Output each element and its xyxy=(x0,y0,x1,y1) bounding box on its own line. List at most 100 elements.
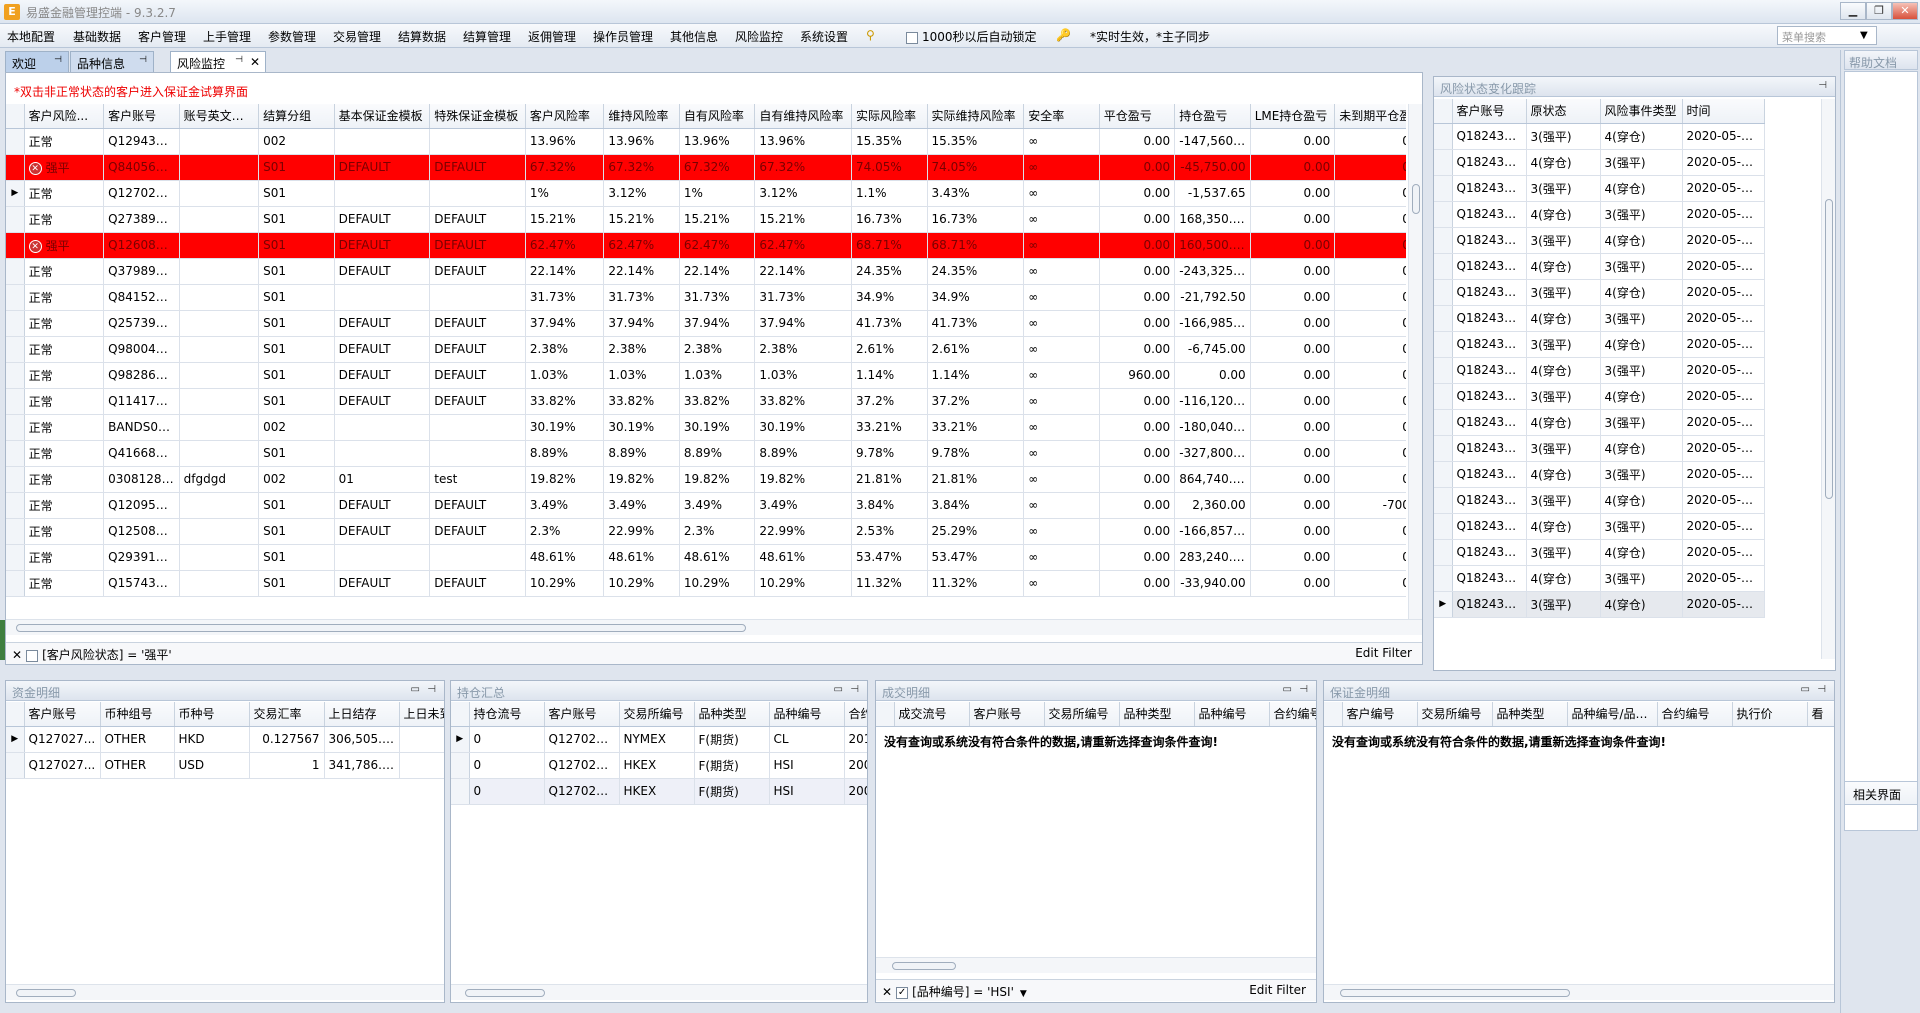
risk-col-header[interactable]: 维持风险率 xyxy=(603,104,680,129)
clear-filter-icon[interactable]: ✕ xyxy=(12,648,22,662)
table-cell[interactable]: S01 xyxy=(258,336,335,363)
table-cell[interactable]: 0.00 xyxy=(1099,258,1176,285)
table-cell[interactable] xyxy=(179,232,260,259)
table-cell[interactable]: 0.00 xyxy=(1099,466,1176,493)
table-cell[interactable] xyxy=(179,440,260,467)
positions-col-header[interactable]: 合约 xyxy=(844,702,867,727)
margin-col-header[interactable]: 合约编号 xyxy=(1657,702,1733,727)
table-row[interactable]: 正常 Q379895... S01 DEFAULT DEFAULT 22.14% 22.14… xyxy=(6,258,1406,285)
table-cell[interactable]: 4(穿仓) xyxy=(1600,591,1683,618)
table-cell[interactable]: S01 xyxy=(258,258,335,285)
table-row[interactable]: ✕ 强平 Q840562... S01 DEFAULT DEFAULT 67.32% 67.3… xyxy=(6,154,1406,181)
edit-filter-button[interactable]: Edit Filter xyxy=(1249,983,1306,997)
table-row[interactable]: 正常 Q273896... S01 DEFAULT DEFAULT 15.21% 15.21… xyxy=(6,206,1406,233)
pin-icon[interactable]: ⊣ xyxy=(1818,80,1827,91)
table-cell[interactable]: Q293917... xyxy=(103,544,180,571)
related-view-button[interactable]: 相关界面 xyxy=(1844,781,1918,805)
risk-col-header[interactable]: 特殊保证金模板 xyxy=(429,104,526,129)
table-row[interactable]: ▶ Q182430... 3(强平) 4(穿仓) 2020-05-0... xyxy=(1434,591,1765,618)
table-cell[interactable]: 67.32% xyxy=(679,154,756,181)
table-cell[interactable]: 4(穿仓) xyxy=(1600,227,1683,254)
table-row[interactable]: Q182430... 3(强平) 4(穿仓) 2020-05-0... xyxy=(1434,539,1765,566)
table-cell[interactable]: 4(穿仓) xyxy=(1526,201,1601,228)
tab-welcome[interactable]: 欢迎 ⊣ xyxy=(5,51,69,72)
table-cell[interactable]: -33,940.00 xyxy=(1174,570,1251,597)
table-cell[interactable]: 2020-05-0... xyxy=(1682,383,1765,410)
table-cell[interactable]: 正常 xyxy=(24,258,105,285)
table-row[interactable]: 正常 Q125089... S01 DEFAULT DEFAULT 2.3% 22.99% 2… xyxy=(6,518,1406,545)
table-cell[interactable]: 0.00 xyxy=(1334,310,1406,337)
positions-col-header[interactable]: 交易所编号 xyxy=(619,702,695,727)
table-cell[interactable]: -700.00 xyxy=(1334,492,1406,519)
table-cell[interactable]: Q182430... xyxy=(1452,461,1527,488)
table-cell[interactable]: 62.47% xyxy=(525,232,605,259)
table-cell[interactable] xyxy=(179,518,260,545)
table-cell[interactable]: Q114170... xyxy=(103,388,180,415)
table-cell[interactable]: Q125089... xyxy=(103,518,180,545)
table-cell[interactable]: Q980042... xyxy=(103,336,180,363)
table-cell[interactable]: 30.19% xyxy=(679,414,756,441)
table-cell[interactable]: Q182430... xyxy=(1452,253,1527,280)
menu-basic-data[interactable]: 基础数据 xyxy=(73,28,121,45)
table-cell[interactable]: 67.32% xyxy=(603,154,680,181)
table-cell[interactable]: 4(穿仓) xyxy=(1600,175,1683,202)
table-cell[interactable] xyxy=(334,544,431,571)
table-cell[interactable]: 48.61% xyxy=(603,544,680,571)
table-cell[interactable]: 1.14% xyxy=(851,362,928,389)
table-cell[interactable]: 2.61% xyxy=(851,336,928,363)
table-cell[interactable]: -6,745.00 xyxy=(1174,336,1251,363)
pin-icon[interactable]: ⊣ xyxy=(1817,684,1826,695)
clear-filter-icon[interactable]: ✕ xyxy=(882,985,892,999)
table-cell[interactable]: 283,240.00 xyxy=(1174,544,1251,571)
table-cell[interactable]: test xyxy=(429,466,526,493)
table-cell[interactable]: DEFAULT xyxy=(429,232,526,259)
table-cell[interactable] xyxy=(179,362,260,389)
table-cell[interactable]: 0.00 xyxy=(1099,544,1176,571)
pin-icon[interactable]: ⊣ xyxy=(235,55,243,65)
table-cell[interactable]: S01 xyxy=(258,518,335,545)
table-cell[interactable]: 21.81% xyxy=(927,466,1025,493)
table-cell[interactable]: 160,500.00 xyxy=(1174,232,1251,259)
table-cell[interactable]: 1 xyxy=(249,752,325,779)
table-cell[interactable]: 0.00 xyxy=(1250,544,1336,571)
table-cell[interactable]: 0.00 xyxy=(1334,414,1406,441)
table-cell[interactable]: 74.05% xyxy=(927,154,1025,181)
table-cell[interactable]: 2020-05-0... xyxy=(1682,539,1765,566)
table-cell[interactable]: 正常 xyxy=(24,362,105,389)
table-cell[interactable]: 0.00 xyxy=(1334,154,1406,181)
table-cell[interactable]: -327,800.00 xyxy=(1174,440,1251,467)
table-cell[interactable]: 正常 xyxy=(24,284,105,311)
table-cell[interactable]: 0.00 xyxy=(1250,154,1336,181)
table-cell[interactable]: DEFAULT xyxy=(334,154,431,181)
table-row[interactable]: Q182430... 3(强平) 4(穿仓) 2020-05-0... xyxy=(1434,123,1765,150)
table-cell[interactable]: USD xyxy=(174,752,250,779)
table-cell[interactable]: 19.82% xyxy=(754,466,853,493)
close-button[interactable]: ✕ xyxy=(1892,2,1918,20)
table-cell[interactable]: 22.99% xyxy=(754,518,853,545)
table-cell[interactable]: 2.38% xyxy=(679,336,756,363)
table-cell[interactable]: Q127027... xyxy=(544,778,620,805)
table-cell[interactable]: 33.82% xyxy=(679,388,756,415)
table-cell[interactable]: 3.12% xyxy=(603,180,680,207)
table-cell[interactable]: 3(强平) xyxy=(1526,591,1601,618)
risk-col-header[interactable]: 自有维持风险率 xyxy=(754,104,853,129)
splitter-grip[interactable] xyxy=(0,620,5,660)
menu-local-config[interactable]: 本地配置 xyxy=(7,28,55,45)
table-cell[interactable]: 3(强平) xyxy=(1600,513,1683,540)
table-cell[interactable]: 0.00 xyxy=(1334,128,1406,155)
menu-rebate-mgmt[interactable]: 返佣管理 xyxy=(528,28,576,45)
table-cell[interactable]: 03081288... xyxy=(103,466,180,493)
table-cell[interactable]: 4(穿仓) xyxy=(1600,383,1683,410)
table-cell[interactable]: 正常 xyxy=(24,440,105,467)
table-cell[interactable]: Q120955... xyxy=(103,492,180,519)
table-cell[interactable]: 正常 xyxy=(24,518,105,545)
table-cell[interactable]: 4(穿仓) xyxy=(1600,279,1683,306)
table-cell[interactable]: 10.29% xyxy=(754,570,853,597)
table-cell[interactable]: 16.73% xyxy=(851,206,928,233)
maximize-icon[interactable]: ▭ xyxy=(1283,684,1292,695)
table-cell[interactable]: F(期货) xyxy=(694,752,770,779)
table-cell[interactable]: Q982868... xyxy=(103,362,180,389)
pin-icon[interactable]: ⊣ xyxy=(54,55,62,65)
table-cell[interactable]: ∞ xyxy=(1023,544,1100,571)
table-cell[interactable]: 2020-05-0... xyxy=(1682,279,1765,306)
